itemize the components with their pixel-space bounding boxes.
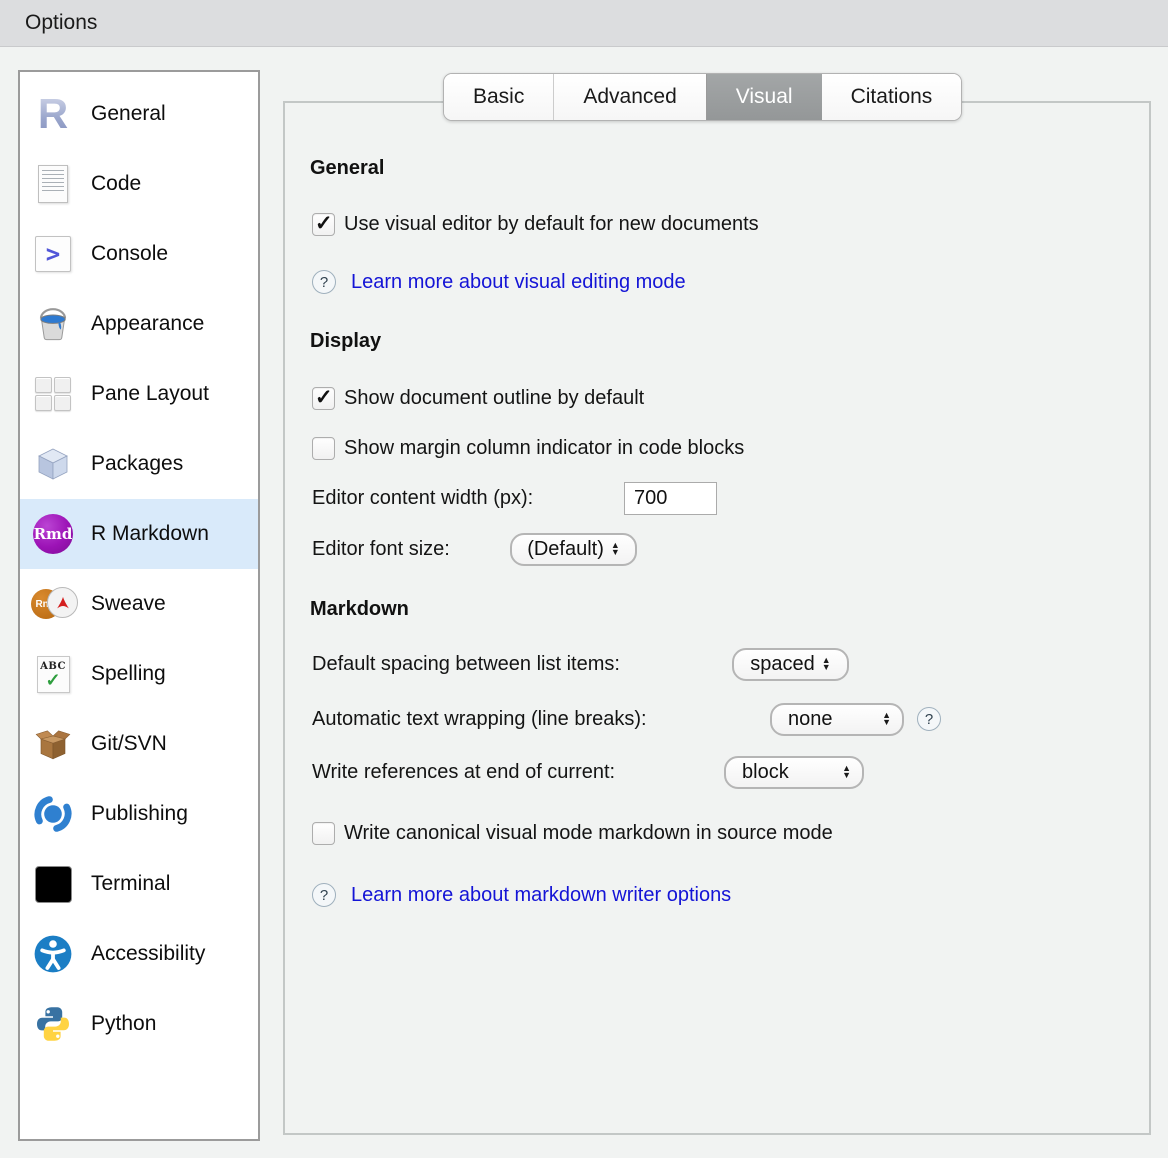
- editor-font-size-select[interactable]: (Default) ▲▼: [510, 533, 637, 566]
- pane-grid-icon: [31, 372, 75, 416]
- stepper-arrows-icon: ▲▼: [842, 765, 851, 779]
- publish-connect-icon: [31, 792, 75, 836]
- learn-more-markdown-writer-link[interactable]: Learn more about markdown writer options: [351, 884, 731, 907]
- sidebar-item-publishing[interactable]: Publishing: [20, 779, 258, 849]
- sidebar-item-label: Publishing: [91, 802, 188, 826]
- show-outline-checkbox[interactable]: [312, 387, 335, 410]
- visual-editing-help-row: ? Learn more about visual editing mode: [312, 269, 686, 295]
- list-spacing-label: Default spacing between list items:: [312, 653, 732, 676]
- text-wrapping-label: Automatic text wrapping (line breaks):: [312, 708, 770, 731]
- use-visual-editor-label: Use visual editor by default for new doc…: [344, 213, 759, 236]
- text-wrapping-row: Automatic text wrapping (line breaks): n…: [312, 702, 941, 736]
- show-outline-row: Show document outline by default: [312, 383, 644, 413]
- tab-visual[interactable]: Visual: [706, 74, 822, 120]
- references-row: Write references at end of current: bloc…: [312, 755, 864, 789]
- spellcheck-icon: ABC ✓: [31, 652, 75, 696]
- options-sidebar: R General Code > Console Appearance P: [18, 70, 260, 1141]
- package-cube-icon: [31, 442, 75, 486]
- sidebar-item-git-svn[interactable]: Git/SVN: [20, 709, 258, 779]
- window-titlebar: Options: [0, 0, 1168, 47]
- section-heading-general: General: [310, 157, 384, 180]
- paint-bucket-icon: [31, 302, 75, 346]
- editor-width-input[interactable]: [624, 482, 717, 515]
- editor-font-size-label: Editor font size:: [312, 538, 510, 561]
- tab-basic[interactable]: Basic: [444, 74, 553, 120]
- terminal-icon: [31, 862, 75, 906]
- learn-more-visual-editing-link[interactable]: Learn more about visual editing mode: [351, 271, 686, 294]
- sidebar-item-label: Spelling: [91, 662, 166, 686]
- sweave-rnw-pdf-icon: Rnw: [31, 582, 75, 626]
- code-document-icon: [31, 162, 75, 206]
- editor-width-row: Editor content width (px):: [312, 481, 717, 515]
- sidebar-item-code[interactable]: Code: [20, 149, 258, 219]
- sidebar-item-sweave[interactable]: Rnw Sweave: [20, 569, 258, 639]
- accessibility-icon: [31, 932, 75, 976]
- sidebar-item-console[interactable]: > Console: [20, 219, 258, 289]
- rmarkdown-badge-icon: Rmd: [31, 512, 75, 556]
- list-spacing-row: Default spacing between list items: spac…: [312, 647, 849, 681]
- sidebar-item-label: Console: [91, 242, 168, 266]
- console-prompt-icon: >: [31, 232, 75, 276]
- editor-font-size-row: Editor font size: (Default) ▲▼: [312, 532, 637, 566]
- sidebar-item-label: Code: [91, 172, 141, 196]
- help-icon[interactable]: ?: [917, 707, 941, 731]
- sidebar-item-label: R Markdown: [91, 522, 209, 546]
- sidebar-item-pane-layout[interactable]: Pane Layout: [20, 359, 258, 429]
- references-select[interactable]: block ▲▼: [724, 756, 864, 789]
- show-margin-checkbox[interactable]: [312, 437, 335, 460]
- visual-options-panel: General Use visual editor by default for…: [283, 101, 1151, 1135]
- section-heading-markdown: Markdown: [310, 598, 409, 621]
- sidebar-item-label: Git/SVN: [91, 732, 167, 756]
- use-visual-editor-row: Use visual editor by default for new doc…: [312, 209, 759, 239]
- cardboard-box-icon: [31, 722, 75, 766]
- sidebar-item-label: Packages: [91, 452, 183, 476]
- visual-options-tabbar: Basic Advanced Visual Citations: [443, 73, 962, 121]
- sidebar-item-accessibility[interactable]: Accessibility: [20, 919, 258, 989]
- show-margin-label: Show margin column indicator in code blo…: [344, 437, 744, 460]
- references-label: Write references at end of current:: [312, 761, 724, 784]
- sidebar-item-terminal[interactable]: Terminal: [20, 849, 258, 919]
- sidebar-item-packages[interactable]: Packages: [20, 429, 258, 499]
- use-visual-editor-checkbox[interactable]: [312, 213, 335, 236]
- sidebar-item-label: Python: [91, 1012, 156, 1036]
- r-logo-icon: R: [31, 92, 75, 136]
- sidebar-item-python[interactable]: Python: [20, 989, 258, 1059]
- sidebar-item-label: Terminal: [91, 872, 170, 896]
- show-margin-row: Show margin column indicator in code blo…: [312, 433, 744, 463]
- editor-width-label: Editor content width (px):: [312, 487, 624, 510]
- stepper-arrows-icon: ▲▼: [822, 657, 831, 671]
- sidebar-item-label: Sweave: [91, 592, 166, 616]
- text-wrapping-select[interactable]: none ▲▼: [770, 703, 904, 736]
- section-heading-display: Display: [310, 330, 381, 353]
- canonical-markdown-checkbox[interactable]: [312, 822, 335, 845]
- sidebar-item-r-markdown[interactable]: Rmd R Markdown: [20, 499, 258, 569]
- sidebar-item-spelling[interactable]: ABC ✓ Spelling: [20, 639, 258, 709]
- canonical-markdown-row: Write canonical visual mode markdown in …: [312, 818, 833, 848]
- sidebar-item-label: Appearance: [91, 312, 204, 336]
- sidebar-item-label: General: [91, 102, 166, 126]
- markdown-writer-help-row: ? Learn more about markdown writer optio…: [312, 882, 731, 908]
- show-outline-label: Show document outline by default: [344, 387, 644, 410]
- tab-advanced[interactable]: Advanced: [553, 74, 705, 120]
- tab-citations[interactable]: Citations: [822, 74, 962, 120]
- window-title: Options: [25, 11, 97, 35]
- help-icon[interactable]: ?: [312, 270, 336, 294]
- help-icon[interactable]: ?: [312, 883, 336, 907]
- python-logo-icon: [31, 1002, 75, 1046]
- sidebar-item-label: Pane Layout: [91, 382, 209, 406]
- list-spacing-select[interactable]: spaced ▲▼: [732, 648, 849, 681]
- canonical-markdown-label: Write canonical visual mode markdown in …: [344, 822, 833, 845]
- sidebar-item-label: Accessibility: [91, 942, 205, 966]
- sidebar-item-appearance[interactable]: Appearance: [20, 289, 258, 359]
- sidebar-item-general[interactable]: R General: [20, 79, 258, 149]
- pdf-icon: [47, 587, 78, 618]
- stepper-arrows-icon: ▲▼: [611, 542, 620, 556]
- stepper-arrows-icon: ▲▼: [882, 712, 891, 726]
